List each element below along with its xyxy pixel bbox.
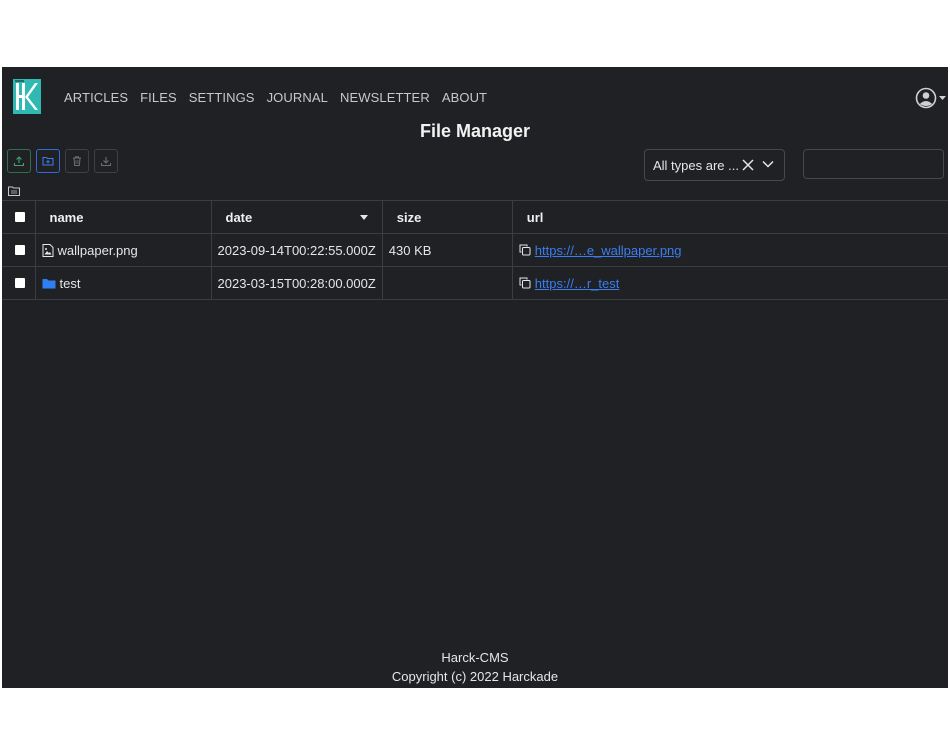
row-check-cell — [2, 233, 36, 267]
table-header-row: name date size url — [2, 200, 948, 234]
file-table: name date size url wallpaper.png 2023-09… — [2, 200, 948, 300]
upload-button[interactable] — [7, 149, 31, 173]
footer: Harck-CMS Copyright (c) 2022 Harckade — [2, 648, 948, 686]
harck-cms-logo[interactable] — [13, 79, 41, 114]
clear-icon[interactable] — [741, 158, 755, 172]
footer-app-name: Harck-CMS — [441, 650, 509, 665]
nav-links: ARTICLES FILES SETTINGS JOURNAL NEWSLETT… — [64, 90, 487, 105]
delete-button[interactable] — [65, 149, 89, 173]
navbar: ARTICLES FILES SETTINGS JOURNAL NEWSLETT… — [2, 67, 948, 125]
caret-down-icon — [939, 95, 946, 100]
column-header-date[interactable]: date — [210, 200, 383, 234]
size-cell: 430 KB — [381, 233, 513, 267]
file-name: wallpaper.png — [57, 242, 138, 258]
new-folder-icon — [42, 157, 54, 166]
user-avatar-icon — [915, 87, 937, 109]
row-check-cell — [2, 266, 36, 300]
select-all-cell — [2, 200, 36, 234]
column-header-date-label: date — [225, 209, 253, 225]
app-window: ARTICLES FILES SETTINGS JOURNAL NEWSLETT… — [2, 67, 948, 688]
nav-journal[interactable]: JOURNAL — [267, 90, 328, 105]
nav-settings[interactable]: SETTINGS — [189, 90, 255, 105]
copy-icon[interactable] — [519, 277, 531, 289]
size-cell — [381, 266, 513, 300]
page-title: File Manager — [419, 121, 531, 141]
folder-icon — [42, 278, 55, 288]
column-header-size[interactable]: size — [381, 200, 513, 234]
column-header-url[interactable]: url — [511, 200, 948, 234]
sort-desc-icon[interactable] — [359, 214, 368, 220]
nav-files[interactable]: FILES — [140, 90, 177, 105]
download-icon — [100, 157, 112, 167]
image-file-icon — [42, 243, 53, 257]
file-name: test — [59, 275, 81, 291]
row-checkbox[interactable] — [15, 244, 26, 255]
date-cell: 2023-09-14T00:22:55.000Z — [210, 233, 383, 267]
table-row[interactable]: test 2023-03-15T00:28:00.000Z https://…r… — [2, 266, 948, 300]
date-cell: 2023-03-15T00:28:00.000Z — [210, 266, 383, 300]
new-folder-button[interactable] — [36, 149, 60, 173]
table-row[interactable]: wallpaper.png 2023-09-14T00:22:55.000Z 4… — [2, 233, 948, 267]
user-menu[interactable] — [915, 87, 946, 109]
current-folder-icon[interactable] — [8, 186, 20, 196]
search-input[interactable] — [803, 149, 944, 179]
nav-articles[interactable]: ARTICLES — [64, 90, 128, 105]
download-button[interactable] — [94, 149, 118, 173]
nav-newsletter[interactable]: NEWSLETTER — [340, 90, 430, 105]
chevron-down-icon[interactable] — [762, 160, 774, 169]
file-toolbar — [7, 149, 118, 173]
footer-copyright: Copyright (c) 2022 Harckade — [391, 669, 559, 684]
name-cell[interactable]: wallpaper.png — [34, 233, 212, 267]
nav-about[interactable]: ABOUT — [442, 90, 487, 105]
type-filter-select[interactable]: All types are ... — [644, 149, 785, 181]
type-filter-value: All types are ... — [653, 157, 739, 173]
file-url-link[interactable]: https://…e_wallpaper.png — [535, 243, 682, 258]
select-all-checkbox[interactable] — [15, 211, 26, 222]
url-cell: https://…r_test — [511, 266, 948, 300]
name-cell[interactable]: test — [34, 266, 212, 300]
trash-icon — [73, 156, 81, 166]
column-header-name[interactable]: name — [34, 200, 212, 234]
copy-icon[interactable] — [519, 244, 531, 256]
row-checkbox[interactable] — [15, 277, 26, 288]
upload-icon — [13, 156, 25, 167]
file-url-link[interactable]: https://…r_test — [535, 276, 620, 291]
url-cell: https://…e_wallpaper.png — [511, 233, 948, 267]
